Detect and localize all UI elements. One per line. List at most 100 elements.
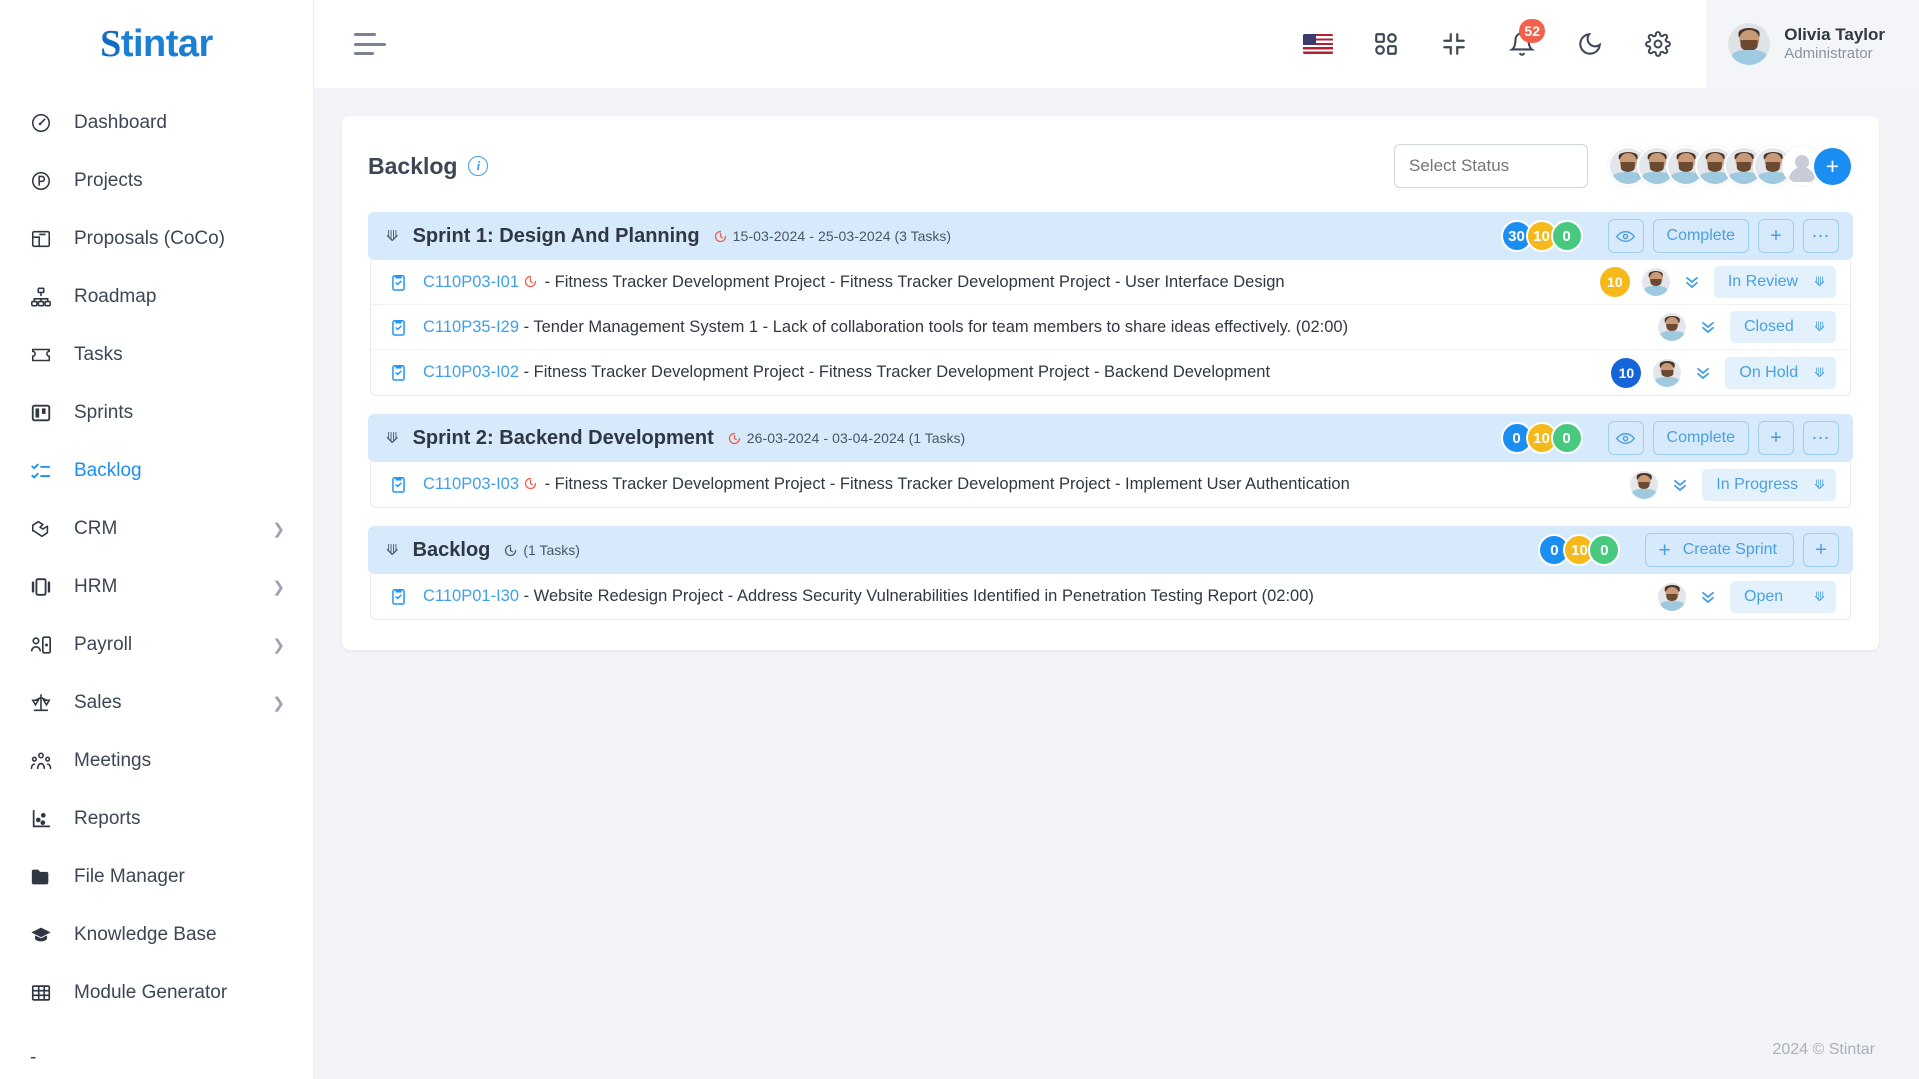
task-key-link[interactable]: C110P03-I01 bbox=[423, 273, 519, 291]
sidebar-item-module-generator[interactable]: Module Generator bbox=[0, 964, 313, 1022]
task-row-actions: 10 On Hold ⟱ bbox=[1611, 356, 1836, 389]
task-row[interactable]: C110P01-I30 - Website Redesign Project -… bbox=[371, 574, 1850, 619]
task-row[interactable]: C110P03-I02 - Fitness Tracker Developmen… bbox=[371, 350, 1850, 395]
task-assignee-avatar[interactable] bbox=[1653, 358, 1682, 387]
task-clipboard-icon bbox=[389, 271, 409, 293]
sidebar-item-label: Sprints bbox=[74, 402, 134, 423]
gear-icon[interactable] bbox=[1631, 17, 1685, 71]
plus-icon: + bbox=[1815, 539, 1827, 561]
chevron-down-icon[interactable]: ⟱ bbox=[386, 429, 399, 447]
sidebar-item-knowledge-base[interactable]: Knowledge Base bbox=[0, 906, 313, 964]
scales-icon bbox=[30, 691, 60, 715]
task-list: C110P03-I01 - Fitness Tracker Developmen… bbox=[370, 260, 1851, 396]
task-status-dropdown[interactable]: On Hold ⟱ bbox=[1725, 356, 1836, 389]
task-clipboard-icon bbox=[389, 316, 409, 338]
preview-sprint-button[interactable] bbox=[1607, 421, 1644, 455]
task-assignee-avatar[interactable] bbox=[1630, 470, 1659, 499]
hamburger-icon[interactable] bbox=[354, 33, 386, 55]
language-selector[interactable] bbox=[1291, 17, 1345, 71]
graduation-cap-icon bbox=[30, 923, 60, 947]
reports-chart-icon bbox=[30, 807, 60, 831]
task-title: C110P35-I29 - Tender Management System 1… bbox=[423, 318, 1348, 337]
sidebar-item-reports[interactable]: Reports bbox=[0, 790, 313, 848]
backlog-panel: Backlog i + ⟱ Sprint 1: Design And Planni… bbox=[342, 116, 1879, 650]
sprint-more-button[interactable]: ⋯ bbox=[1803, 421, 1839, 455]
member-avatar-stack bbox=[1608, 146, 1822, 186]
preview-sprint-button[interactable] bbox=[1607, 219, 1644, 253]
sidebar-item-hrm[interactable]: HRM ❯ bbox=[0, 558, 313, 616]
double-chevron-down-icon[interactable] bbox=[1682, 272, 1702, 292]
create-sprint-button[interactable]: + Create Sprint bbox=[1645, 533, 1794, 567]
double-chevron-down-icon[interactable] bbox=[1698, 317, 1718, 337]
sidebar-item-sales[interactable]: Sales ❯ bbox=[0, 674, 313, 732]
sidebar-item-dashboard[interactable]: Dashboard bbox=[0, 94, 313, 152]
sidebar-item-tasks[interactable]: Tasks bbox=[0, 326, 313, 384]
user-name: Olivia Taylor bbox=[1784, 25, 1885, 44]
eye-icon bbox=[1616, 432, 1636, 445]
task-assignee-avatar[interactable] bbox=[1641, 268, 1670, 296]
double-chevron-down-icon[interactable] bbox=[1670, 475, 1690, 495]
sprint-task-count: (1 Tasks) bbox=[523, 542, 580, 558]
task-status-dropdown[interactable]: In Review ⟱ bbox=[1713, 266, 1836, 298]
sprint-group: ⟱ Sprint 2: Backend Development 26-03-2024… bbox=[368, 414, 1853, 508]
sidebar-item-file-manager[interactable]: File Manager bbox=[0, 848, 313, 906]
task-status-dropdown[interactable]: Closed ⟱ bbox=[1730, 311, 1836, 343]
sprint-group-name: Sprint 2: Backend Development bbox=[412, 426, 714, 449]
button-label: Complete bbox=[1666, 429, 1735, 446]
notifications-bell[interactable]: 52 bbox=[1495, 17, 1549, 71]
sidebar-item-sprints[interactable]: Sprints bbox=[0, 384, 313, 442]
info-icon[interactable]: i bbox=[468, 156, 489, 176]
moon-icon[interactable] bbox=[1563, 17, 1617, 71]
task-status-label: Closed bbox=[1744, 318, 1794, 335]
checklist-icon bbox=[30, 459, 60, 483]
task-status-dropdown[interactable]: In Progress ⟱ bbox=[1702, 468, 1836, 501]
task-assignee-avatar[interactable] bbox=[1658, 313, 1686, 341]
chevron-down-icon[interactable]: ⟱ bbox=[386, 541, 399, 559]
sprint-more-button[interactable]: ⋯ bbox=[1803, 219, 1839, 253]
task-assignee-avatar[interactable] bbox=[1658, 582, 1686, 611]
sidebar-item-crm[interactable]: CRM ❯ bbox=[0, 500, 313, 558]
grid-table-icon bbox=[30, 981, 60, 1005]
task-key-link[interactable]: C110P01-I30 bbox=[423, 587, 519, 605]
sidebar-item-payroll[interactable]: Payroll ❯ bbox=[0, 616, 313, 674]
app-root: Stintar Dashboard Projects Proposals (CoCo… bbox=[0, 0, 1919, 1079]
task-estimate-badge: 10 bbox=[1611, 357, 1642, 388]
task-status-dropdown[interactable]: Open ⟱ bbox=[1730, 580, 1836, 613]
chevron-down-icon[interactable]: ⟱ bbox=[386, 227, 399, 245]
sidebar-item-backlog[interactable]: Backlog bbox=[0, 442, 313, 500]
task-key-link[interactable]: C110P03-I02 bbox=[423, 363, 519, 381]
sprint-group-meta: 15-03-2024 - 25-03-2024 (3 Tasks) bbox=[713, 228, 951, 244]
task-description: - Tender Management System 1 - Lack of c… bbox=[519, 317, 1349, 336]
user-meta: Olivia Taylor Administrator bbox=[1784, 24, 1885, 64]
user-menu[interactable]: Olivia Taylor Administrator bbox=[1706, 0, 1919, 88]
task-description: - Fitness Tracker Development Project - … bbox=[519, 363, 1271, 381]
collapse-screen-icon[interactable] bbox=[1427, 17, 1481, 71]
sprint-group-header: ⟱ Backlog (1 Tasks) 0 10 0 + Create Sprint + bbox=[368, 526, 1853, 574]
ticket-icon bbox=[30, 343, 60, 367]
sidebar-nav: Dashboard Projects Proposals (CoCo) Roadmap… bbox=[0, 88, 313, 1022]
task-row[interactable]: C110P35-I29 - Tender Management System 1… bbox=[371, 305, 1850, 350]
complete-sprint-button[interactable]: Complete bbox=[1652, 421, 1749, 455]
double-chevron-down-icon[interactable] bbox=[1698, 587, 1718, 607]
add-member-button[interactable]: + bbox=[1812, 145, 1853, 187]
status-filter-input[interactable] bbox=[1394, 144, 1588, 188]
add-task-button[interactable]: + bbox=[1803, 533, 1839, 567]
add-task-button[interactable]: + bbox=[1758, 219, 1794, 253]
apps-grid-icon[interactable] bbox=[1359, 17, 1413, 71]
sidebar-item-meetings[interactable]: Meetings bbox=[0, 732, 313, 790]
task-row[interactable]: C110P03-I03 - Fitness Tracker Developmen… bbox=[371, 462, 1850, 507]
sidebar-item-proposals-coco[interactable]: Proposals (CoCo) bbox=[0, 210, 313, 268]
double-chevron-down-icon[interactable] bbox=[1693, 363, 1713, 383]
task-key-link[interactable]: C110P03-I03 bbox=[423, 475, 519, 493]
complete-sprint-button[interactable]: Complete bbox=[1652, 219, 1749, 253]
chevron-down-icon: ⟱ bbox=[1814, 364, 1825, 380]
task-row[interactable]: C110P03-I01 - Fitness Tracker Developmen… bbox=[371, 260, 1850, 305]
sidebar-item-roadmap[interactable]: Roadmap bbox=[0, 268, 313, 326]
task-key-link[interactable]: C110P35-I29 bbox=[423, 318, 519, 336]
sidebar-item-projects[interactable]: Projects bbox=[0, 152, 313, 210]
add-task-button[interactable]: + bbox=[1758, 421, 1794, 455]
brand-logo[interactable]: Stintar bbox=[0, 0, 313, 88]
sprint-group-meta: (1 Tasks) bbox=[503, 542, 580, 558]
sidebar-item-label: HRM bbox=[74, 576, 118, 597]
sprint-task-count: (3 Tasks) bbox=[894, 228, 952, 244]
